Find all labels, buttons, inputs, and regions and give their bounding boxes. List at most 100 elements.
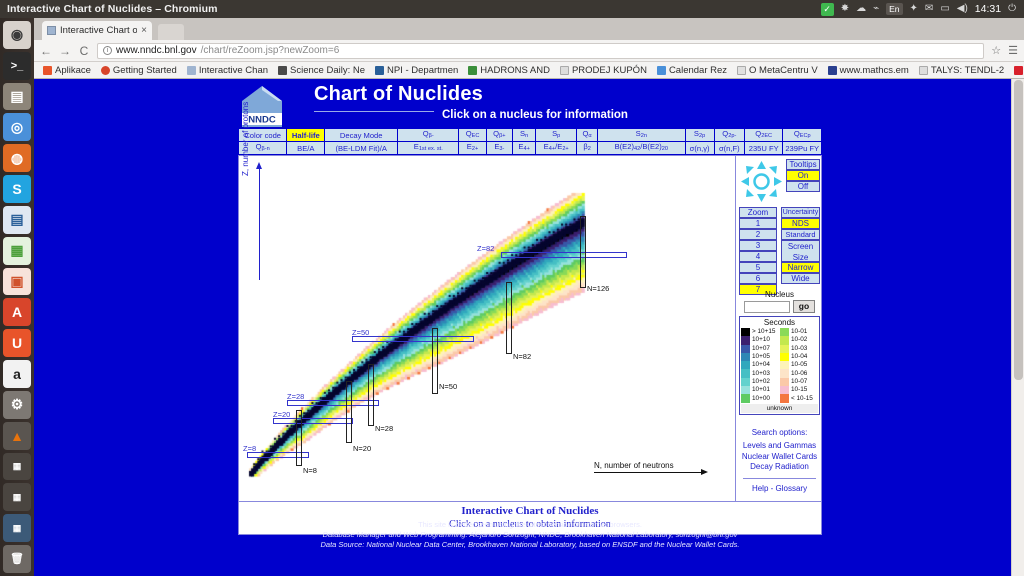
bookmark-item[interactable]: Science Daily: Ne	[273, 65, 370, 76]
scrollbar-thumb[interactable]	[1014, 80, 1023, 380]
nav-cell-s-n[interactable]: Sn	[511, 128, 537, 142]
bookmark-item[interactable]: PRODEJ KUPÓN	[555, 65, 652, 76]
tooltips-on-button[interactable]: On	[786, 170, 820, 181]
page-scrollbar-vertical[interactable]	[1011, 79, 1024, 576]
nav-cell-e-3minus[interactable]: E3-	[485, 141, 513, 155]
nav-cell-q-beta-plus[interactable]: Qβ+	[485, 128, 513, 142]
forward-icon[interactable]: →	[59, 44, 71, 58]
zoom-level-3[interactable]: 3	[739, 240, 777, 251]
nav-cell-s-2n[interactable]: S2n	[597, 128, 686, 142]
nav-cell-235u-fy[interactable]: 235U FY	[743, 141, 784, 155]
nav-cell-half-life[interactable]: Half-life	[286, 128, 326, 142]
screen-size-wide-button[interactable]: Wide	[781, 273, 820, 284]
nav-cell-q-ecp[interactable]: QECp	[782, 128, 822, 142]
launcher-icon-ubuntu-dash[interactable]: ◉	[3, 21, 31, 49]
launcher-icon-chromium[interactable]: ◎	[3, 113, 31, 142]
bookmark-item[interactable]: Interactive Chan	[182, 65, 273, 76]
address-bar[interactable]: i www.nndc.bnl.gov/chart/reZoom.jsp?newZ…	[97, 42, 985, 59]
mail-icon[interactable]: ✉	[925, 4, 933, 14]
launcher-icon-trash[interactable]: 🗑	[3, 545, 31, 573]
uncertainty-nds-button[interactable]: NDS	[781, 218, 820, 229]
nucleus-input[interactable]	[744, 300, 790, 313]
zoom-level-2[interactable]: 2	[739, 229, 777, 240]
volume-icon[interactable]: ◀)	[957, 4, 968, 14]
nav-cell-be2-ratio[interactable]: B(E2)42/B(E2)20	[597, 141, 686, 155]
launcher-icon-ubuntu-software[interactable]: U	[3, 329, 31, 358]
launcher-icon-libreoffice-writer[interactable]: ▤	[3, 205, 31, 234]
nav-cell-q-beta-minus[interactable]: Qβ-	[397, 128, 460, 142]
link-levels-and-gammas[interactable]: Levels and Gammas	[739, 441, 820, 452]
nav-cell-q-2ec[interactable]: Q2EC	[743, 128, 784, 142]
bookmark-item[interactable]: Aletenky.cz – lev	[1009, 65, 1024, 76]
nucleus-go-button[interactable]: go	[793, 300, 815, 313]
close-icon[interactable]: ×	[141, 25, 147, 36]
reload-icon[interactable]: C	[78, 44, 90, 58]
zoom-level-5[interactable]: 5	[739, 262, 777, 273]
nav-cell-e-2plus[interactable]: E2+	[458, 141, 487, 155]
power-icon[interactable]: ⏻	[1008, 4, 1016, 14]
zoom-level-6[interactable]: 6	[739, 273, 777, 284]
link-decay-radiation[interactable]: Decay Radiation	[739, 462, 820, 473]
nav-cell-239pu-fy[interactable]: 239Pu FY	[782, 141, 822, 155]
bookmark-item[interactable]: NPI - Departmen	[370, 65, 463, 76]
launcher-icon-amazon[interactable]: a	[3, 360, 31, 388]
bluetooth-icon[interactable]: ✦	[910, 4, 918, 14]
screen-size-narrow-button[interactable]: Narrow	[781, 262, 820, 273]
page-info-icon[interactable]: i	[103, 46, 112, 55]
nuclide-chart[interactable]: Z, number of protons N, number of neutro…	[238, 102, 735, 502]
bookmark-item[interactable]: O MetaCentru V	[732, 65, 823, 76]
nav-cell-e-4plus[interactable]: E4+	[511, 141, 537, 155]
cloud-icon[interactable]: ☁	[856, 4, 866, 14]
nav-cell-s-2p[interactable]: S2p	[684, 128, 715, 142]
bookmark-item[interactable]: www.mathcs.em	[823, 65, 914, 76]
uncertainty-standard-button[interactable]: Standard	[781, 229, 820, 240]
link-help-glossary[interactable]: Help - Glossary	[739, 484, 820, 495]
launcher-icon-acrobat-reader[interactable]: A	[3, 298, 31, 327]
launcher-icon-system-settings[interactable]: ⚙	[3, 390, 31, 419]
back-icon[interactable]: ←	[40, 44, 52, 58]
nav-cell-q-alpha[interactable]: Qα	[576, 128, 599, 142]
bookmark-star-icon[interactable]: ☆	[991, 44, 1001, 57]
launcher-icon-libreoffice-calc[interactable]: ▦	[3, 236, 31, 265]
keyboard-layout-indicator[interactable]: En	[886, 3, 903, 15]
nav-cell-q-2p-minus[interactable]: Q2p-	[713, 128, 745, 142]
tab-interactive-chart-of-nuclides[interactable]: Interactive Chart o ×	[42, 21, 152, 40]
launcher-icon-libreoffice-impress[interactable]: ▣	[3, 267, 31, 296]
nuclide-chart-canvas[interactable]	[239, 156, 734, 501]
pan-dpad[interactable]	[740, 160, 783, 203]
zoom-level-1[interactable]: 1	[739, 218, 777, 229]
tooltips-off-button[interactable]: Off	[786, 181, 820, 192]
nav-cell-beta-2[interactable]: β2	[576, 141, 599, 155]
bug-icon[interactable]: ✸	[841, 4, 849, 14]
clock[interactable]: 14:31	[975, 3, 1001, 15]
nav-cell-s-p[interactable]: Sp	[535, 128, 578, 142]
bookmark-item[interactable]: Aplikace	[38, 65, 96, 76]
nav-cell-e-1st-ex-st[interactable]: E1st ex. st.	[397, 141, 460, 155]
bookmark-item[interactable]: HADRONS AND	[463, 65, 555, 76]
bookmark-item[interactable]: Calendar Rez	[652, 65, 732, 76]
zoom-level-4[interactable]: 4	[739, 251, 777, 262]
browser-menu-icon[interactable]: ☰	[1008, 44, 1018, 57]
nav-cell-be-ldm-fit-a[interactable]: (BE-LDM Fit)/A	[324, 141, 399, 155]
launcher-icon-workspace-3[interactable]: ▦	[3, 514, 31, 543]
bookmark-item[interactable]: TALYS: TENDL-2	[914, 65, 1009, 76]
nav-cell-q-ec[interactable]: QEC	[458, 128, 487, 142]
launcher-icon-terminal[interactable]: >_	[3, 51, 31, 80]
nav-cell-sigma-n-f[interactable]: σ(n,F)	[713, 141, 745, 155]
launcher-icon-skype[interactable]: S	[3, 175, 31, 203]
launcher-icon-firefox[interactable]: ◍	[3, 144, 31, 173]
nav-cell-sigma-n-gamma[interactable]: σ(n,γ)	[684, 141, 715, 155]
launcher-icon-vlc[interactable]: ▲	[3, 421, 31, 450]
check-badge-icon[interactable]: ✓	[820, 2, 834, 16]
bookmark-item[interactable]: Getting Started	[96, 65, 182, 76]
link-nuclear-wallet-cards[interactable]: Nuclear Wallet Cards	[739, 452, 820, 463]
new-tab-button[interactable]	[158, 24, 184, 40]
launcher-icon-files[interactable]: ▤	[3, 82, 31, 111]
nav-cell-be-a[interactable]: BE/A	[286, 141, 326, 155]
nav-cell-decay-mode[interactable]: Decay Mode	[324, 128, 399, 142]
battery-icon[interactable]: ▭	[940, 4, 949, 14]
launcher-icon-workspace-1[interactable]: ▦	[3, 452, 31, 481]
wifi-icon[interactable]: ⌁	[873, 4, 879, 14]
nav-cell-e4-over-e2[interactable]: E4+/E2+	[535, 141, 578, 155]
launcher-icon-workspace-2[interactable]: ▦	[3, 483, 31, 512]
